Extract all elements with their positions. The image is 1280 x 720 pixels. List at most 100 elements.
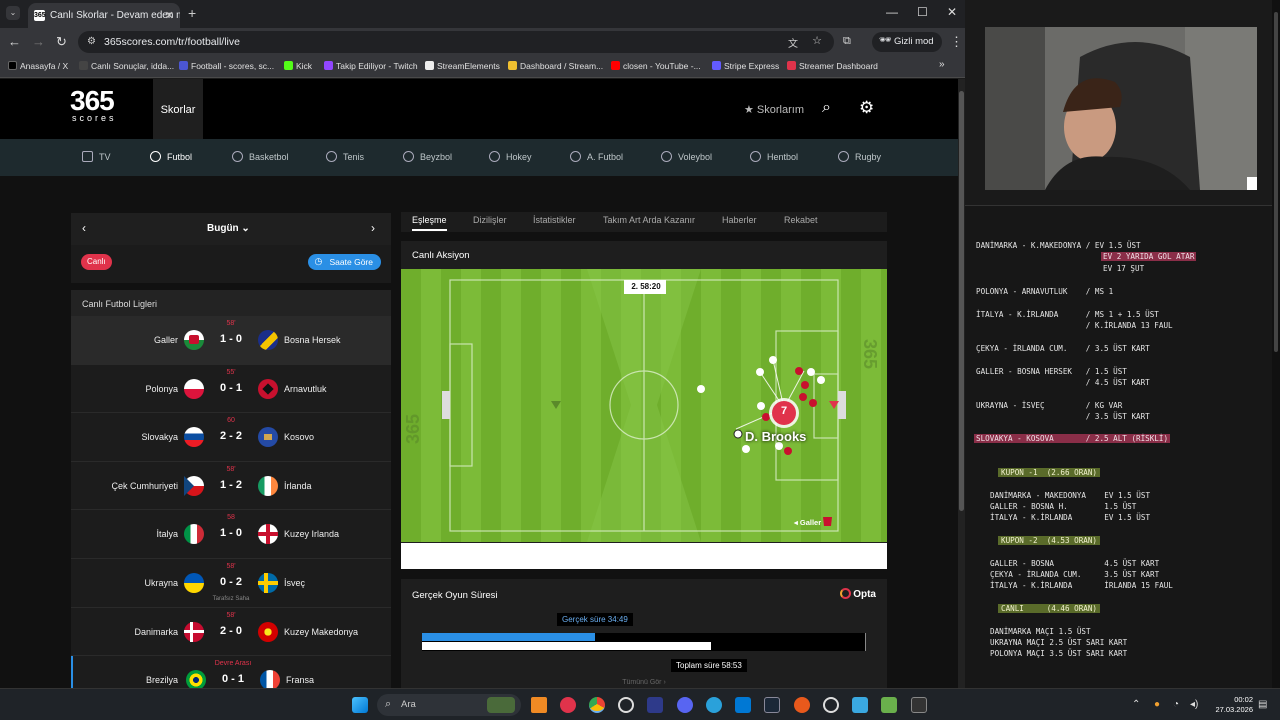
- bookmark-item[interactable]: Dashboard / Stream...: [508, 61, 603, 71]
- chrome-icon[interactable]: [589, 697, 605, 713]
- site-header: 365 scores Skorlar ★ Skorlarım ⌕ ⚙: [0, 79, 958, 139]
- live-filter-button[interactable]: Canlı: [81, 254, 112, 270]
- reload-icon[interactable]: ↻: [56, 34, 67, 50]
- incognito-badge[interactable]: 🕶 Gizli mod: [872, 32, 942, 52]
- match-score: 0 - 2: [219, 575, 242, 588]
- forward-icon[interactable]: →: [32, 34, 45, 49]
- tab-lineup-match[interactable]: Eşleşme: [412, 215, 447, 231]
- sort-by-time-button[interactable]: ◷ Saate Göre: [307, 254, 381, 270]
- terminal-icon[interactable]: [911, 697, 927, 713]
- scores-tab[interactable]: Skorlar: [153, 79, 203, 139]
- tab-close-icon[interactable]: ✕: [165, 9, 174, 22]
- tab-search-icon[interactable]: ⌄: [6, 6, 20, 20]
- microphone-icon[interactable]: ●: [1154, 699, 1160, 710]
- sport-tab-football[interactable]: Futbol: [150, 151, 192, 162]
- match-row[interactable]: 58' Çek Cumhuriyeti 1 - 2 İrlanda: [71, 461, 391, 511]
- steam-icon[interactable]: [764, 697, 780, 713]
- search-icon[interactable]: ⌕: [822, 99, 831, 117]
- url-text: 365scores.com/tr/football/live: [104, 36, 240, 48]
- bookmark-item[interactable]: Kick: [284, 61, 312, 71]
- sport-tab-basketball[interactable]: Basketbol: [232, 151, 289, 162]
- dashboard-icon: [508, 61, 517, 70]
- sport-tab-tv[interactable]: TV: [82, 151, 111, 162]
- system-clock[interactable]: 00:02 27.03.2026: [1197, 695, 1253, 715]
- sport-tab-hockey[interactable]: Hokey: [489, 151, 532, 162]
- wifi-icon[interactable]: ◔: [1173, 699, 1179, 710]
- ireland-flag-icon: [258, 475, 278, 496]
- match-score: 1 - 2: [219, 478, 242, 491]
- neutral-venue-note: Tarafsız Saha: [212, 595, 250, 602]
- bookmark-star-icon[interactable]: ☆: [812, 34, 822, 47]
- menu-icon[interactable]: ⋮: [950, 34, 963, 50]
- cross-horizontal-shape: [258, 532, 278, 537]
- m-app-icon[interactable]: [647, 697, 663, 713]
- sport-tab-handball[interactable]: Hentbol: [750, 151, 798, 162]
- date-label[interactable]: Bugün ⌄: [207, 223, 250, 234]
- media-player-icon[interactable]: [560, 697, 576, 713]
- match-row[interactable]: 60 Slovakya 2 - 2 Kosovo: [71, 413, 391, 462]
- match-minute: Devre Arası: [214, 660, 252, 668]
- sport-tab-volleyball[interactable]: Voleybol: [661, 151, 712, 162]
- tab-streaks[interactable]: Takım Art Arda Kazanır: [603, 215, 695, 225]
- bookmark-item[interactable]: Canlı Sonuçlar, idda...: [79, 61, 174, 71]
- settings-icon[interactable]: [823, 697, 839, 713]
- network-app-icon[interactable]: [852, 697, 868, 713]
- bookmark-item[interactable]: Football - scores, sc...: [179, 61, 274, 71]
- cross-horizontal-shape: [258, 580, 278, 585]
- tab-news[interactable]: Haberler: [722, 215, 757, 225]
- site-info-icon[interactable]: ⚙: [87, 36, 96, 47]
- sport-tab-baseball[interactable]: Beyzbol: [403, 151, 452, 162]
- mail-icon[interactable]: [735, 697, 751, 713]
- close-window-icon[interactable]: ✕: [947, 5, 957, 19]
- my-scores-link[interactable]: ★ Skorlarım: [744, 103, 804, 116]
- app-icon[interactable]: [794, 697, 810, 713]
- see-all-link[interactable]: Tümünü Gör ›: [401, 679, 887, 686]
- away-team: Kosovo: [284, 432, 315, 443]
- match-row[interactable]: Devre Arası Brezilya 0 - 1 Fransa: [71, 656, 391, 688]
- minimize-icon[interactable]: —: [886, 5, 898, 19]
- bookmark-item[interactable]: Takip Ediliyor - Twitch: [324, 61, 418, 71]
- settings-gear-icon[interactable]: ⚙: [859, 98, 874, 118]
- side-scrollbar-thumb[interactable]: [1274, 12, 1278, 352]
- side-scrollbar[interactable]: [1272, 0, 1280, 688]
- real-time-title: Gerçek Oyun Süresi: [412, 590, 498, 601]
- tab-rivalry[interactable]: Rekabet: [784, 215, 818, 225]
- vlc-icon[interactable]: [531, 697, 547, 713]
- match-row[interactable]: 58' Ukrayna 0 - 2 İsveç Tarafsız Saha: [71, 558, 391, 608]
- site-logo[interactable]: 365 scores: [70, 87, 117, 124]
- sport-tab-rugby[interactable]: Rugby: [838, 151, 881, 162]
- url-field[interactable]: ⚙ 365scores.com/tr/football/live 文 ☆: [78, 31, 834, 53]
- match-row[interactable]: 58' Danimarka 2 - 0 Kuzey Makedonya: [71, 607, 391, 657]
- extensions-icon[interactable]: ⧉: [843, 35, 851, 48]
- start-menu-icon[interactable]: [352, 697, 368, 713]
- back-icon[interactable]: ←: [8, 34, 21, 49]
- bookmark-item[interactable]: closen - YouTube -...: [611, 61, 701, 71]
- match-row[interactable]: 58' Galler 1 - 0 Bosna Hersek: [71, 316, 391, 365]
- discord-icon[interactable]: [677, 697, 693, 713]
- new-tab-icon[interactable]: +: [188, 5, 196, 21]
- tab-formations[interactable]: Dizilişler: [473, 215, 507, 225]
- match-row[interactable]: 58 İtalya 1 - 0 Kuzey Irlanda: [71, 510, 391, 559]
- notification-icon[interactable]: ▤: [1258, 699, 1267, 710]
- tab-statistics[interactable]: İstatistikler: [533, 215, 576, 225]
- page-scrollbar[interactable]: [958, 79, 965, 688]
- scrollbar-thumb[interactable]: [959, 91, 964, 511]
- bookmark-item[interactable]: Stripe Express: [712, 61, 779, 71]
- bookmark-item[interactable]: Streamer Dashboard: [787, 61, 878, 71]
- more-bookmarks-icon[interactable]: »: [939, 59, 945, 70]
- sport-tab-tennis[interactable]: Tenis: [326, 151, 364, 162]
- next-day-icon[interactable]: ›: [371, 221, 375, 235]
- bookmark-item[interactable]: Anasayfa / X: [8, 61, 68, 71]
- maximize-icon[interactable]: ☐: [917, 5, 928, 19]
- tray-chevron-icon[interactable]: ⌃: [1132, 699, 1140, 710]
- match-row[interactable]: 55' Polonya 0 - 1 Arnavutluk: [71, 364, 391, 414]
- prev-day-icon[interactable]: ‹: [82, 221, 86, 235]
- browser-tab[interactable]: 365 Canlı Skorlar - Devam eden ma ✕: [28, 3, 180, 28]
- bookmark-item[interactable]: StreamElements: [425, 61, 500, 71]
- notepad-icon[interactable]: [881, 697, 897, 713]
- telegram-icon[interactable]: [706, 697, 722, 713]
- obs-icon[interactable]: [618, 697, 634, 713]
- taskbar-search[interactable]: ⌕ Ara: [377, 694, 521, 716]
- translate-icon[interactable]: 文: [788, 35, 798, 50]
- sport-tab-american-football[interactable]: A. Futbol: [570, 151, 623, 162]
